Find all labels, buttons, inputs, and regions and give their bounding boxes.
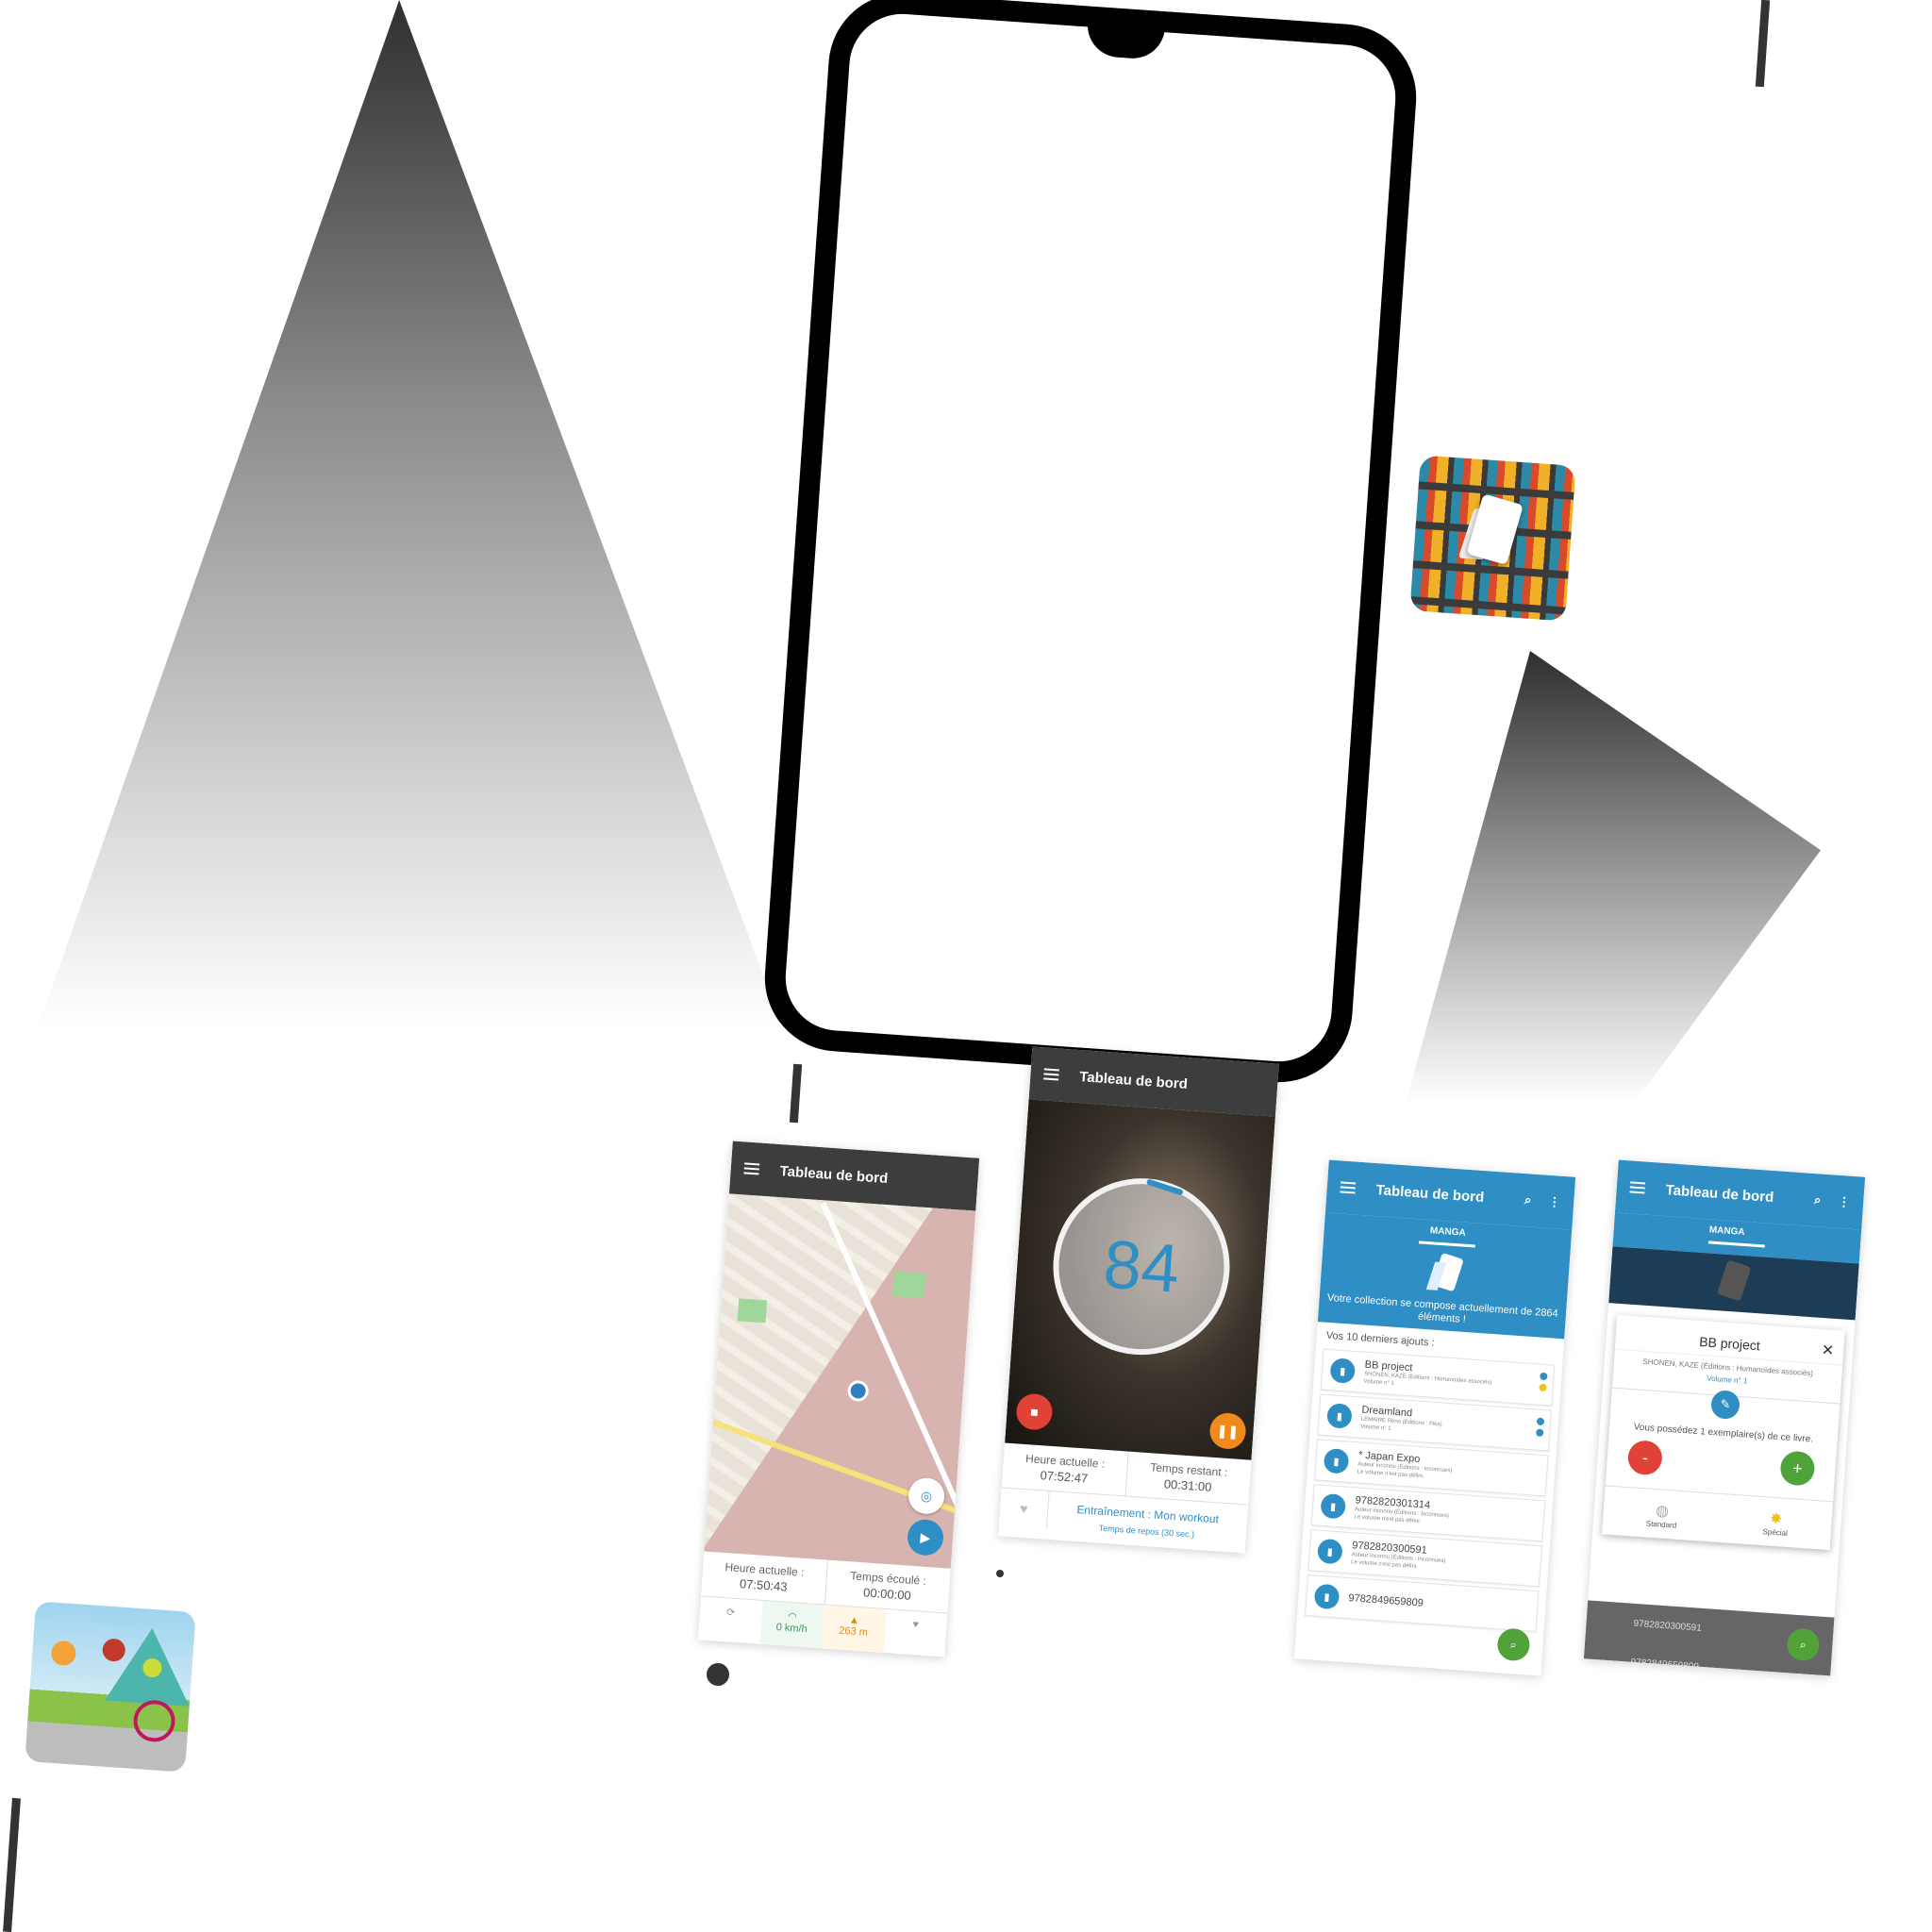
book-icon: ▮: [1313, 1583, 1341, 1610]
book-icon: ▮: [1323, 1447, 1350, 1474]
phone-notch: [1085, 23, 1165, 61]
screenshot-book-detail: Tableau de bord ⌕ ⋮ MANGA 9782820300591 …: [1583, 1159, 1866, 1676]
location-dot: [846, 1379, 870, 1403]
heart-icon[interactable]: ♥: [882, 1609, 947, 1657]
book-icon: ▮: [1329, 1357, 1357, 1384]
app-title: Tableau de bord: [779, 1162, 889, 1187]
heart-icon[interactable]: ♥: [999, 1488, 1049, 1528]
menu-icon[interactable]: [1340, 1181, 1357, 1194]
sports-app-icon: [25, 1601, 196, 1773]
countdown-value: 84: [1101, 1225, 1182, 1307]
screenshot-collection-dashboard: Tableau de bord ⌕ ⋮ MANGA Votre collecti…: [1293, 1159, 1576, 1676]
bookshelf-app-icon: [1409, 455, 1576, 622]
phone-frame: [759, 0, 1422, 1088]
increment-button[interactable]: +: [1779, 1450, 1816, 1487]
decorative-dash: [1755, 0, 1771, 88]
map-view[interactable]: ◎ ▶: [704, 1193, 980, 1569]
screenshot-workout-timer: Tableau de bord 84 ■ ❚❚ Heure actuelle :…: [998, 1046, 1279, 1554]
owned-badge-icon: [1535, 1428, 1544, 1438]
app-title: Tableau de bord: [1665, 1181, 1774, 1206]
countdown-ring: 84: [1047, 1172, 1236, 1361]
search-fab-button[interactable]: ⌕: [1496, 1627, 1531, 1662]
book-icon: ▮: [1326, 1403, 1353, 1429]
book-icon: ▮: [1316, 1538, 1343, 1565]
decorative-dash: [3, 1797, 21, 1932]
type-standard-option[interactable]: ◍ Standard: [1645, 1501, 1677, 1530]
decorative-dash: [789, 1063, 803, 1124]
more-vert-icon[interactable]: ⋮: [1548, 1194, 1561, 1210]
app-logo-icon: [1716, 1259, 1752, 1302]
standard-icon: ◍: [1655, 1503, 1670, 1521]
decorative-dot: [707, 1663, 729, 1686]
decrement-button[interactable]: -: [1626, 1440, 1664, 1476]
search-icon[interactable]: ⌕: [1524, 1192, 1532, 1208]
special-star-icon: ✸: [1769, 1510, 1783, 1528]
read-badge-icon: [1536, 1417, 1545, 1426]
current-time-stat: Heure actuelle : 07:50:43: [701, 1551, 828, 1605]
elapsed-time-stat: Temps écoulé : 00:00:00: [849, 1569, 927, 1603]
more-vert-icon[interactable]: ⋮: [1838, 1194, 1851, 1210]
locate-icon[interactable]: ◎: [907, 1476, 946, 1516]
book-title: BB project: [1698, 1333, 1761, 1354]
type-special-option[interactable]: ✸ Spécial: [1762, 1508, 1789, 1538]
dimmed-list: 9782820300591 9782849659809 ⌕: [1583, 1600, 1835, 1676]
menu-icon[interactable]: [743, 1162, 760, 1175]
app-logo-icon: [1427, 1254, 1462, 1297]
decorative-dot: [996, 1570, 1004, 1577]
screenshot-map-tracking: Tableau de bord ◎ ▶ Heure actuelle : 07:…: [697, 1141, 980, 1657]
special-badge-icon: [1539, 1383, 1547, 1392]
tab-manga[interactable]: MANGA: [1707, 1219, 1767, 1248]
pause-button[interactable]: ❚❚: [1208, 1411, 1247, 1451]
refresh-icon[interactable]: ⟳: [698, 1596, 763, 1653]
read-badge-icon: [1540, 1372, 1548, 1381]
menu-icon[interactable]: [1629, 1181, 1646, 1194]
search-icon[interactable]: ⌕: [1814, 1192, 1822, 1208]
app-title: Tableau de bord: [1078, 1068, 1189, 1092]
collection-summary: MANGA Votre collection se compose actuel…: [1317, 1212, 1573, 1340]
menu-icon[interactable]: [1043, 1068, 1059, 1081]
book-icon: ▮: [1320, 1492, 1347, 1520]
workout-photo: 84 ■ ❚❚: [1005, 1099, 1275, 1460]
play-button[interactable]: ▶: [906, 1518, 945, 1557]
stop-button[interactable]: ■: [1015, 1392, 1054, 1431]
current-time-stat: Heure actuelle : 07:52:47: [1001, 1442, 1129, 1496]
remaining-time-stat: Temps restant : 00:31:00: [1149, 1460, 1228, 1494]
tab-manga[interactable]: MANGA: [1418, 1219, 1477, 1248]
close-icon[interactable]: ✕: [1821, 1341, 1835, 1360]
speed-stat: ◠ 0 km/h: [758, 1600, 824, 1657]
altitude-stat: ▲ 263 m: [820, 1605, 887, 1657]
decorative-triangle-large: [38, 0, 783, 1028]
decorative-triangle-small: [1406, 651, 1821, 1104]
app-title: Tableau de bord: [1375, 1181, 1485, 1206]
book-dialog: BB project ✕ SHONEN, KAZE (Éditions : Hu…: [1602, 1314, 1845, 1551]
